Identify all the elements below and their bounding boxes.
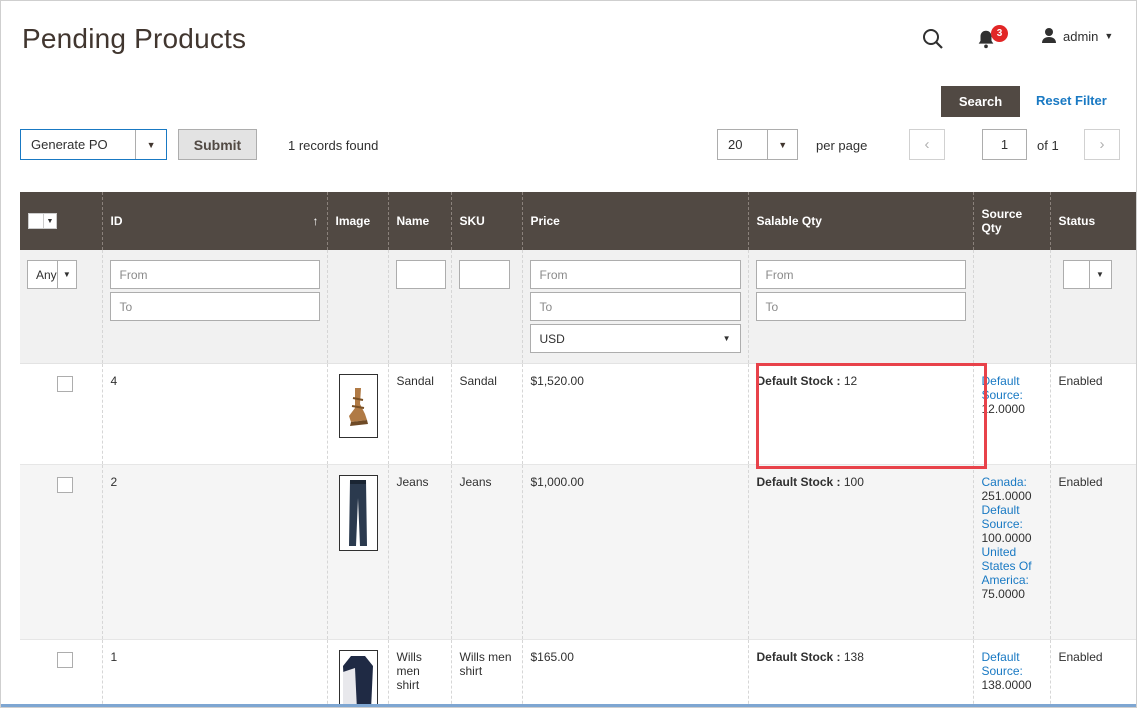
status-filter-select[interactable]: ▼	[1062, 260, 1112, 289]
notification-badge: 3	[991, 25, 1008, 42]
cell-id: 2	[101, 464, 327, 640]
column-header-salable-qty: Salable Qty	[747, 192, 973, 250]
cell-source-qty: Default Source: 12.0000	[972, 363, 1050, 465]
chevron-left-icon: ‹	[924, 136, 930, 153]
source-name-link[interactable]: Default Source:	[982, 503, 1042, 531]
cell-id: 1	[101, 639, 327, 707]
user-icon	[1041, 27, 1057, 46]
page-count: of 1	[1037, 138, 1059, 153]
qty-from-input[interactable]: From	[755, 260, 966, 289]
source-qty-value: 251.0000	[981, 489, 1032, 503]
source-name-link[interactable]: Default Source:	[982, 650, 1042, 678]
source-name-link[interactable]: Canada:	[982, 475, 1042, 489]
row-checkbox[interactable]	[57, 376, 73, 392]
cell-name: Jeans	[387, 464, 451, 640]
cell-price: $1,520.00	[521, 363, 748, 465]
user-name: admin	[1063, 28, 1099, 44]
column-header-sku[interactable]: SKU	[450, 192, 522, 250]
name-filter-input[interactable]	[395, 260, 446, 289]
qty-to-input[interactable]: To	[755, 292, 966, 321]
id-to-input[interactable]: To	[109, 292, 320, 321]
price-from-input[interactable]: From	[529, 260, 741, 289]
cell-status: Enabled	[1049, 464, 1136, 640]
reset-filter-link[interactable]: Reset Filter	[1036, 93, 1107, 108]
chevron-down-icon: ▼	[135, 130, 166, 159]
grid-header-row: ▼ ID ↑ Image Name SKU Price Salable Qty S…	[20, 192, 1136, 250]
previous-page-button[interactable]: ‹	[909, 129, 945, 160]
column-header-status[interactable]: Status	[1049, 192, 1136, 250]
cell-sku: Wills men shirt	[450, 639, 522, 707]
chevron-down-icon[interactable]: ▼	[44, 213, 57, 229]
source-qty-value: 138.0000	[981, 678, 1032, 692]
cell-price: $165.00	[521, 639, 748, 707]
sku-filter-input[interactable]	[458, 260, 510, 289]
column-header-id[interactable]: ID ↑	[101, 192, 327, 250]
cell-sku: Sandal	[450, 363, 522, 465]
chevron-down-icon: ▼	[1104, 31, 1114, 41]
shirt-thumbnail[interactable]	[338, 650, 378, 707]
window-bottom-edge	[1, 704, 1136, 707]
cell-salable-qty: Default Stock : 138	[747, 639, 973, 707]
cell-source-qty: Canada: 251.0000 Default Source: 100.000…	[972, 464, 1050, 640]
column-header-price[interactable]: Price	[521, 192, 748, 250]
source-qty-value: 75.0000	[981, 587, 1025, 601]
per-page-label: per page	[816, 138, 868, 153]
price-to-input[interactable]: To	[529, 292, 741, 321]
table-row[interactable]: 2 Jeans Jeans $1,000.00 Default Stock : …	[20, 464, 1136, 640]
cell-price: $1,000.00	[521, 464, 748, 640]
next-page-button[interactable]: ›	[1084, 129, 1120, 160]
source-name-link[interactable]: United States Of America:	[982, 545, 1042, 587]
select-all-header[interactable]: ▼	[20, 192, 102, 250]
products-grid: ▼ ID ↑ Image Name SKU Price Salable Qty S…	[20, 192, 1136, 707]
search-button[interactable]: Search	[941, 86, 1020, 117]
source-qty-value: 100.0000	[981, 531, 1032, 545]
cell-sku: Jeans	[450, 464, 522, 640]
table-row[interactable]: 4 Sandal Sandal $1,520.00 Default Stock …	[20, 363, 1136, 465]
source-qty-value: 12.0000	[981, 402, 1025, 416]
cell-status: Enabled	[1049, 363, 1136, 465]
cell-status: Enabled	[1049, 639, 1136, 707]
cell-name: Wills men shirt	[387, 639, 451, 707]
column-header-image: Image	[326, 192, 388, 250]
page-title: Pending Products	[22, 23, 247, 54]
currency-select[interactable]: USD ▼	[529, 324, 741, 353]
cell-source-qty: Default Source: 138.0000	[972, 639, 1050, 707]
filter-row: Any ▼ From To From To USD ▼ From To ▼	[20, 250, 1136, 364]
jeans-thumbnail[interactable]	[338, 475, 378, 551]
sandal-thumbnail[interactable]	[338, 374, 378, 438]
sort-ascending-icon: ↑	[312, 214, 319, 228]
column-header-source-qty: Source Qty	[972, 192, 1050, 250]
select-all-checkbox[interactable]	[28, 213, 44, 229]
admin-window: Pending Products 3 admin ▼ Search Reset …	[0, 0, 1137, 708]
per-page-value: 20	[728, 137, 743, 152]
user-menu[interactable]: admin ▼	[1041, 26, 1113, 46]
mass-action-value: Generate PO	[31, 137, 108, 152]
submit-button[interactable]: Submit	[178, 129, 257, 160]
chevron-down-icon: ▼	[1088, 261, 1111, 288]
cell-salable-qty: Default Stock : 12	[747, 363, 973, 465]
cell-salable-qty: Default Stock : 100	[747, 464, 973, 640]
records-count: 1 records found	[288, 138, 379, 153]
cell-name: Sandal	[387, 363, 451, 465]
row-checkbox[interactable]	[57, 477, 73, 493]
page-number-input[interactable]: 1	[982, 129, 1027, 160]
chevron-down-icon: ▼	[722, 334, 731, 343]
per-page-select[interactable]: 20 ▼	[717, 129, 798, 160]
mass-action-select[interactable]: Generate PO ▼	[20, 129, 167, 160]
row-checkbox[interactable]	[57, 652, 73, 668]
id-from-input[interactable]: From	[109, 260, 320, 289]
search-icon[interactable]	[921, 27, 945, 51]
chevron-down-icon: ▼	[56, 261, 76, 288]
chevron-right-icon: ›	[1099, 136, 1105, 153]
source-name-link[interactable]: Default Source:	[982, 374, 1042, 402]
column-header-name[interactable]: Name	[387, 192, 451, 250]
select-filter[interactable]: Any ▼	[27, 260, 77, 289]
cell-id: 4	[101, 363, 327, 465]
table-row[interactable]: 1 Wills men shirt Wills men shirt $165.0…	[20, 639, 1136, 707]
chevron-down-icon: ▼	[767, 130, 797, 159]
